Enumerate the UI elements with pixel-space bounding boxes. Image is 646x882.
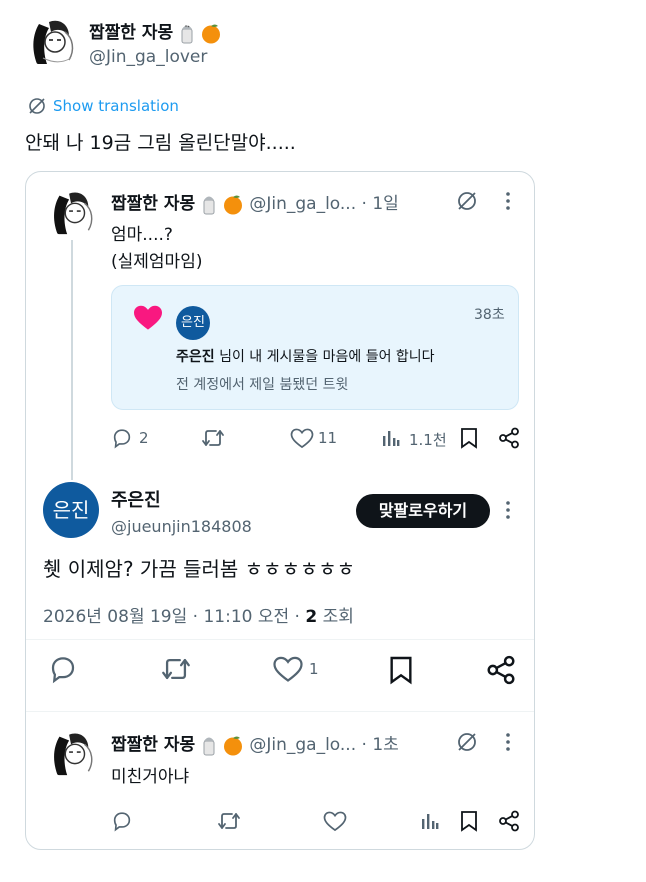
more-icon[interactable] <box>500 500 516 520</box>
divider <box>26 711 534 712</box>
timestamp[interactable]: 1초 <box>372 735 398 755</box>
divider <box>26 639 534 640</box>
handle[interactable]: @Jin_ga_lover <box>89 47 207 67</box>
bookmark-icon[interactable] <box>389 655 413 685</box>
retweet-icon[interactable] <box>217 810 241 832</box>
tweet-text: 안돼 나 19금 그림 올린단말야..... <box>25 132 296 154</box>
avatar[interactable]: 은진 <box>176 306 210 340</box>
share-icon[interactable] <box>498 810 520 832</box>
salt-shaker-icon <box>201 734 217 756</box>
timestamp[interactable]: 1일 <box>372 194 398 214</box>
grok-icon[interactable] <box>456 731 478 753</box>
tangerine-icon <box>222 193 244 215</box>
heart-outline-icon <box>273 656 303 683</box>
heart-outline-icon[interactable] <box>323 811 347 832</box>
follow-back-button[interactable]: 맞팔로우하기 <box>356 494 490 528</box>
avatar[interactable]: 은진 <box>43 482 99 538</box>
like-count: 1 <box>309 660 319 678</box>
handle[interactable]: @Jin_ga_lo... <box>249 735 356 755</box>
like-count: 11 <box>318 429 338 447</box>
thread-line <box>71 240 73 480</box>
tweet-text-line1: 엄마....? <box>111 225 173 245</box>
tweet-text-line2: (실제엄마임) <box>111 252 203 272</box>
bookmark-icon[interactable] <box>460 810 478 832</box>
heart-icon <box>134 305 162 331</box>
salt-shaker-icon <box>179 22 195 44</box>
display-name[interactable]: 짭짤한 자몽 <box>89 23 173 43</box>
show-translation-label: Show translation <box>53 97 179 115</box>
tangerine-icon <box>222 734 244 756</box>
more-icon[interactable] <box>500 191 516 211</box>
avatar[interactable] <box>25 14 79 68</box>
bookmark-icon[interactable] <box>460 427 478 449</box>
views-count: 1.1천 <box>409 431 447 449</box>
tweet-text: 미친거아냐 <box>111 767 190 787</box>
salt-shaker-icon <box>201 193 217 215</box>
handle[interactable]: @jueunjin184808 <box>111 517 252 536</box>
grok-icon[interactable] <box>456 190 478 212</box>
retweet-icon[interactable] <box>160 655 192 683</box>
notification-time: 38초 <box>474 307 505 323</box>
retweet-icon[interactable] <box>201 427 225 449</box>
display-name[interactable]: 주은진 <box>111 486 161 512</box>
reply-icon[interactable] <box>48 654 78 684</box>
tweet-date[interactable]: 2026년 08월 19일 · 11:10 오전 <box>43 607 289 627</box>
display-name[interactable]: 짭짤한 자몽 <box>111 194 195 214</box>
notification-actor[interactable]: 주은진 <box>176 349 215 365</box>
avatar[interactable] <box>46 727 98 779</box>
views-icon[interactable] <box>420 811 440 831</box>
views-label: 조회 <box>317 607 354 627</box>
handle[interactable]: @Jin_ga_lo... <box>249 194 356 214</box>
heart-outline-icon <box>290 428 314 449</box>
notification-subtext: 전 계정에서 제일 붐됐던 트윗 <box>176 377 349 393</box>
translate-icon <box>27 96 47 116</box>
views-count: 2 <box>305 607 318 627</box>
reply-icon <box>111 427 133 449</box>
more-icon[interactable] <box>500 732 516 752</box>
notification-action: 님이 내 게시물을 마음에 들어 합니다 <box>214 349 435 365</box>
tweet-text: 췟 이제암? 가끔 들러봄 ㅎㅎㅎㅎㅎㅎ <box>43 557 356 581</box>
reply-count: 2 <box>139 429 149 447</box>
views-icon <box>381 428 401 448</box>
tangerine-icon <box>200 22 222 44</box>
display-name[interactable]: 짭짤한 자몽 <box>111 735 195 755</box>
avatar[interactable] <box>46 186 98 238</box>
reply-icon[interactable] <box>111 810 133 832</box>
share-icon[interactable] <box>498 427 520 449</box>
share-icon[interactable] <box>486 655 516 685</box>
